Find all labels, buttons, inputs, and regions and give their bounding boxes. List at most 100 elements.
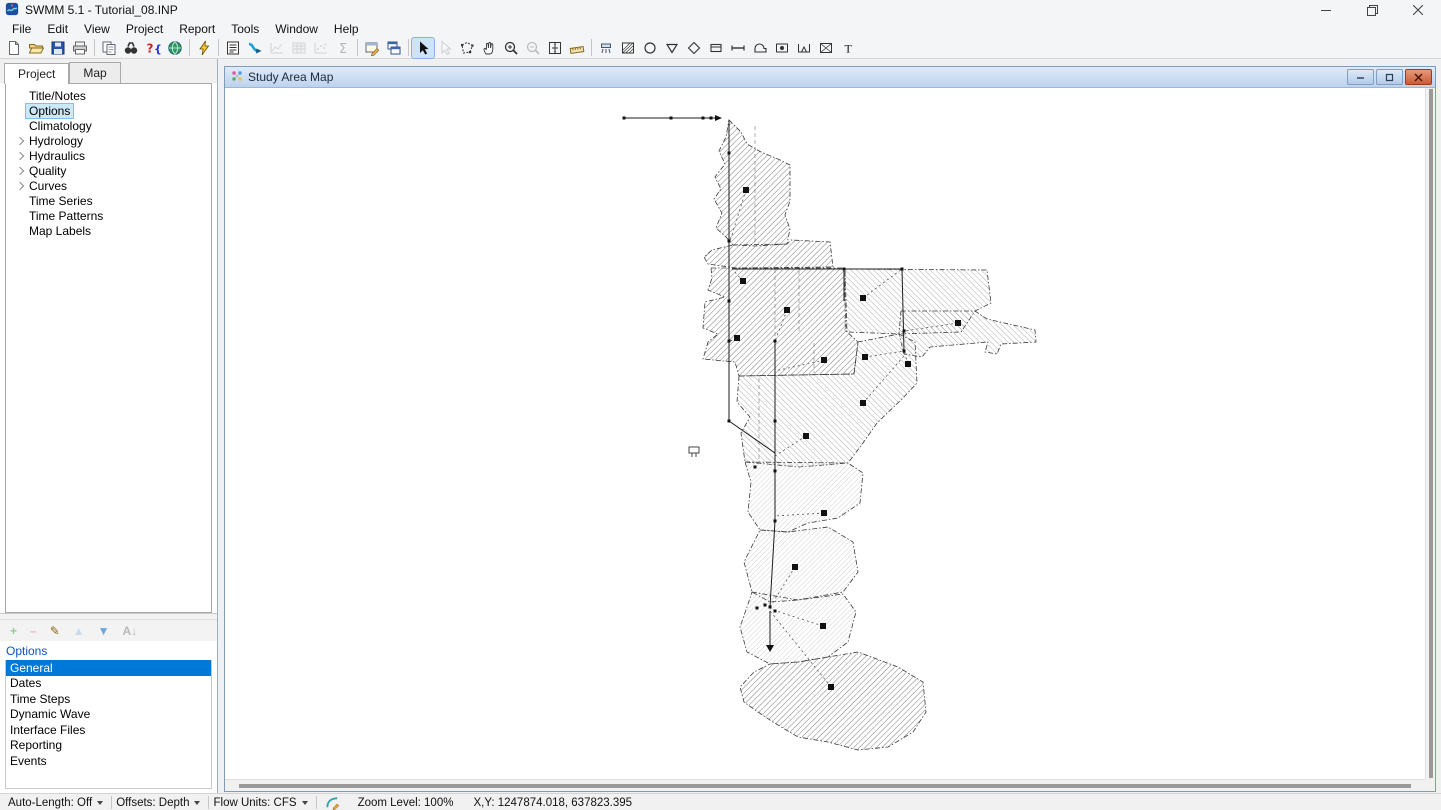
add-divider-button[interactable] (683, 38, 705, 58)
map-vertical-scrollbar[interactable] (1425, 88, 1435, 779)
tree-item-hydraulics[interactable]: Hydraulics (6, 148, 211, 163)
junction-node[interactable] (728, 240, 731, 243)
subcatchment-polygon[interactable] (899, 311, 1036, 357)
menu-file[interactable]: File (4, 21, 39, 37)
map-window-title-bar[interactable]: Study Area Map (225, 67, 1435, 88)
map-minimize-button[interactable] (1347, 69, 1374, 85)
junction-node[interactable] (774, 610, 777, 613)
full-extent-button[interactable] (544, 38, 566, 58)
junction-node[interactable] (764, 604, 767, 607)
add-junction-button[interactable] (639, 38, 661, 58)
junction-node[interactable] (728, 300, 731, 303)
subcatchment-centroid-node[interactable] (862, 354, 868, 360)
junction-node[interactable] (710, 117, 713, 120)
save-project-button[interactable] (47, 38, 69, 58)
options-item-reporting[interactable]: Reporting (6, 738, 211, 754)
overview-map-button[interactable] (164, 38, 186, 58)
add-storage-unit-button[interactable] (705, 38, 727, 58)
junction-node[interactable] (903, 330, 906, 333)
expand-chevron-icon[interactable] (14, 135, 26, 147)
open-project-button[interactable] (25, 38, 47, 58)
flow-units-selector[interactable]: Flow Units: CFS (209, 794, 315, 810)
minimize-button[interactable] (1303, 0, 1349, 20)
menu-window[interactable]: Window (267, 21, 326, 37)
subcatchment-centroid-node[interactable] (860, 295, 866, 301)
junction-node[interactable] (702, 117, 705, 120)
tree-item-options[interactable]: Options (6, 103, 211, 118)
junction-node[interactable] (774, 470, 777, 473)
select-object-button[interactable] (412, 38, 434, 58)
subcatchment-centroid-node[interactable] (792, 564, 798, 570)
expand-chevron-icon[interactable] (14, 180, 26, 192)
subcatchment-centroid-node[interactable] (955, 320, 961, 326)
add-subcatchment-button[interactable] (617, 38, 639, 58)
options-item-dynamic-wave[interactable]: Dynamic Wave (6, 707, 211, 723)
menu-view[interactable]: View (76, 21, 118, 37)
subcatchment-polygon[interactable] (740, 652, 926, 750)
subcatchment-centroid-node[interactable] (734, 335, 740, 341)
subcatchment-polygon[interactable] (744, 527, 858, 602)
map-close-button[interactable] (1405, 69, 1432, 85)
query-map-button[interactable]: ?{ (142, 38, 164, 58)
map-options-button[interactable] (361, 38, 383, 58)
add-outlet-button[interactable] (815, 38, 837, 58)
subcatchment-polygon[interactable] (703, 268, 858, 376)
junction-node[interactable] (728, 152, 731, 155)
subcatchment-centroid-node[interactable] (860, 400, 866, 406)
subcatchment-centroid-node[interactable] (743, 187, 749, 193)
junction-node[interactable] (728, 420, 731, 423)
tree-item-curves[interactable]: Curves (6, 178, 211, 193)
subcatchment-polygon[interactable] (714, 120, 790, 246)
map-restore-button[interactable] (1376, 69, 1403, 85)
tree-item-title-notes[interactable]: Title/Notes (6, 88, 211, 103)
close-button[interactable] (1395, 0, 1441, 20)
options-item-events[interactable]: Events (6, 753, 211, 769)
subcatchment-centroid-node[interactable] (821, 357, 827, 363)
junction-node[interactable] (774, 420, 777, 423)
junction-node[interactable] (728, 340, 731, 343)
add-outfall-button[interactable] (661, 38, 683, 58)
tab-project[interactable]: Project (4, 63, 69, 84)
add-orifice-button[interactable] (771, 38, 793, 58)
run-simulation-button[interactable] (193, 38, 215, 58)
select-region-button[interactable] (456, 38, 478, 58)
subcatchment-centroid-node[interactable] (821, 510, 827, 516)
subcatchment-polygon[interactable] (745, 462, 863, 532)
tree-item-time-patterns[interactable]: Time Patterns (6, 208, 211, 223)
add-conduit-button[interactable] (727, 38, 749, 58)
junction-node[interactable] (670, 117, 673, 120)
tree-item-map-labels[interactable]: Map Labels (6, 223, 211, 238)
rain-gage-symbol[interactable] (689, 447, 699, 457)
tree-item-hydrology[interactable]: Hydrology (6, 133, 211, 148)
zoom-in-button[interactable] (500, 38, 522, 58)
subcatchment-polygon[interactable] (704, 240, 833, 268)
junction-node[interactable] (756, 607, 759, 610)
junction-node[interactable] (769, 606, 772, 609)
tree-item-time-series[interactable]: Time Series (6, 193, 211, 208)
junction-node[interactable] (623, 117, 626, 120)
arrange-windows-button[interactable] (383, 38, 405, 58)
menu-edit[interactable]: Edit (39, 21, 76, 37)
junction-node[interactable] (754, 466, 757, 469)
add-rain-gage-button[interactable] (595, 38, 617, 58)
options-item-interface-files[interactable]: Interface Files (6, 722, 211, 738)
status-report-button[interactable] (222, 38, 244, 58)
subcatchment-centroid-node[interactable] (803, 433, 809, 439)
junction-node[interactable] (843, 268, 846, 271)
tree-item-quality[interactable]: Quality (6, 163, 211, 178)
subcatchment-centroid-node[interactable] (820, 623, 826, 629)
new-project-button[interactable] (3, 38, 25, 58)
add-label-button[interactable]: T (837, 38, 859, 58)
menu-tools[interactable]: Tools (223, 21, 267, 37)
tab-map[interactable]: Map (69, 62, 120, 83)
move-down-button[interactable]: ▼ (98, 624, 110, 638)
junction-node[interactable] (774, 340, 777, 343)
restore-button[interactable] (1349, 0, 1395, 20)
measure-length-button[interactable] (566, 38, 588, 58)
profile-plot-button[interactable] (244, 38, 266, 58)
panel-splitter[interactable] (0, 613, 217, 620)
add-pump-button[interactable] (749, 38, 771, 58)
offsets-selector[interactable]: Offsets: Depth (112, 794, 208, 810)
find-object-button[interactable] (120, 38, 142, 58)
auto-length-selector[interactable]: Auto-Length: Off (4, 794, 111, 810)
